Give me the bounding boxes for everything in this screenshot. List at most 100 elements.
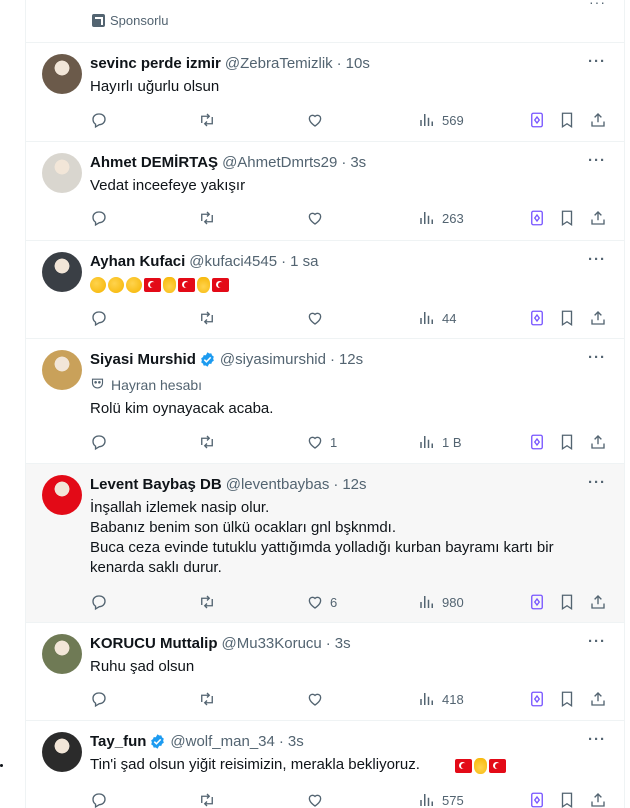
tweet-text: Vedat inceefeye yakışır [90,177,246,194]
timestamp[interactable]: 12s [339,351,363,368]
timestamp[interactable]: 3s [288,733,304,750]
retweet-icon [198,309,216,327]
retweet-button[interactable] [198,208,222,228]
grok-button[interactable] [528,432,546,452]
grok-button[interactable] [528,592,546,612]
like-button[interactable] [306,208,330,228]
like-button[interactable] [306,308,330,328]
avatar[interactable] [42,54,82,94]
bookmark-icon [558,209,576,227]
share-button[interactable] [589,592,607,612]
timestamp[interactable]: 12s [342,476,366,493]
author-handle[interactable]: @AhmetDmrts29 [222,154,337,171]
bookmark-button[interactable] [558,689,576,709]
timestamp[interactable]: 3s [335,635,351,652]
timestamp[interactable]: 10s [346,55,370,72]
author-name[interactable]: KORUCU Muttalip [90,635,218,652]
more-icon[interactable]: ··· [588,731,606,748]
views-button[interactable]: 1 B [418,432,462,452]
retweet-button[interactable] [198,432,222,452]
author-name[interactable]: Tay_fun [90,733,146,750]
verified-badge-icon [199,351,216,368]
more-icon[interactable]: ··· [588,152,606,169]
tweet[interactable]: Tay_fun @wolf_man_34 · 3s ··· Tin'i şad olsun… [26,721,624,808]
grok-button[interactable] [528,790,546,808]
retweet-button[interactable] [198,689,222,709]
grok-button[interactable] [528,689,546,709]
likes-count: 6 [330,594,338,610]
author-name[interactable]: Ayhan Kufaci [90,253,185,270]
tweet[interactable]: Ahmet DEMİRTAŞ @AhmetDmrts29 · 3s ··· Vedat i… [26,142,624,241]
author-name[interactable]: Ahmet DEMİRTAŞ [90,154,218,171]
bookmark-button[interactable] [558,592,576,612]
timestamp[interactable]: 1 sa [290,253,318,270]
reply-button[interactable] [90,208,114,228]
author-name[interactable]: sevinc perde izmir [90,55,221,72]
timestamp[interactable]: 3s [350,154,366,171]
reply-button[interactable] [90,432,114,452]
tweet[interactable]: Levent Baybaş DB @leventbaybas · 12s ··· İnşa… [26,464,624,623]
share-button[interactable] [589,432,607,452]
more-icon[interactable]: ··· [588,633,606,650]
views-button[interactable]: 569 [418,110,464,130]
share-button[interactable] [589,689,607,709]
avatar[interactable] [42,252,82,292]
retweet-button[interactable] [198,592,222,612]
author-handle[interactable]: @wolf_man_34 [170,733,274,750]
author-handle[interactable]: @Mu33Korucu [222,635,322,652]
grok-button[interactable] [528,208,546,228]
bookmark-button[interactable] [558,208,576,228]
bookmark-button[interactable] [558,308,576,328]
grok-button[interactable] [528,308,546,328]
avatar[interactable] [42,475,82,515]
avatar[interactable] [42,153,82,193]
share-button[interactable] [589,110,607,130]
views-button[interactable]: 418 [418,689,464,709]
more-icon[interactable]: ··· [588,349,606,366]
reply-button[interactable] [90,308,114,328]
avatar[interactable] [42,634,82,674]
avatar[interactable] [42,732,82,772]
bookmark-button[interactable] [558,790,576,808]
tweet[interactable]: Ayhan Kufaci @kufaci4545 · 1 sa ··· 44 [26,241,624,339]
views-button[interactable]: 44 [418,308,456,328]
clapping-hands-emoji [90,277,106,293]
views-button[interactable]: 980 [418,592,464,612]
grok-button[interactable] [528,110,546,130]
tweet[interactable]: KORUCU Muttalip @Mu33Korucu · 3s ··· Ruhu şad… [26,623,624,721]
bookmark-button[interactable] [558,432,576,452]
share-icon [589,309,607,327]
bookmark-button[interactable] [558,110,576,130]
views-button[interactable]: 575 [418,790,464,808]
author-handle[interactable]: @kufaci4545 [189,253,277,270]
like-button[interactable] [306,689,330,709]
more-icon[interactable]: ··· [589,0,606,10]
tweet-header: KORUCU Muttalip @Mu33Korucu · 3s [90,635,351,652]
reply-button[interactable] [90,110,114,130]
share-button[interactable] [589,790,607,808]
avatar[interactable] [42,350,82,390]
reply-button[interactable] [90,790,114,808]
author-handle[interactable]: @leventbaybas [226,476,330,493]
like-button[interactable] [306,110,330,130]
like-button[interactable]: 1 [306,432,337,452]
retweet-button[interactable] [198,790,222,808]
author-name[interactable]: Levent Baybaş DB [90,476,222,493]
share-button[interactable] [589,308,607,328]
share-button[interactable] [589,208,607,228]
retweet-button[interactable] [198,308,222,328]
reply-button[interactable] [90,592,114,612]
more-icon[interactable]: ··· [588,53,606,70]
more-icon[interactable]: ··· [588,251,606,268]
reply-button[interactable] [90,689,114,709]
tweet[interactable]: sevinc perde izmir @ZebraTemizlik · 10s ··· H… [26,43,624,142]
like-button[interactable]: 6 [306,592,337,612]
author-handle[interactable]: @siyasimurshid [220,351,326,368]
like-button[interactable] [306,790,330,808]
views-button[interactable]: 263 [418,208,464,228]
author-name[interactable]: Siyasi Murshid [90,351,196,368]
more-icon[interactable]: ··· [588,474,606,491]
retweet-button[interactable] [198,110,222,130]
tweet[interactable]: Siyasi Murshid @siyasimurshid · 12s ··· Hayra… [26,339,624,464]
author-handle[interactable]: @ZebraTemizlik [225,55,333,72]
